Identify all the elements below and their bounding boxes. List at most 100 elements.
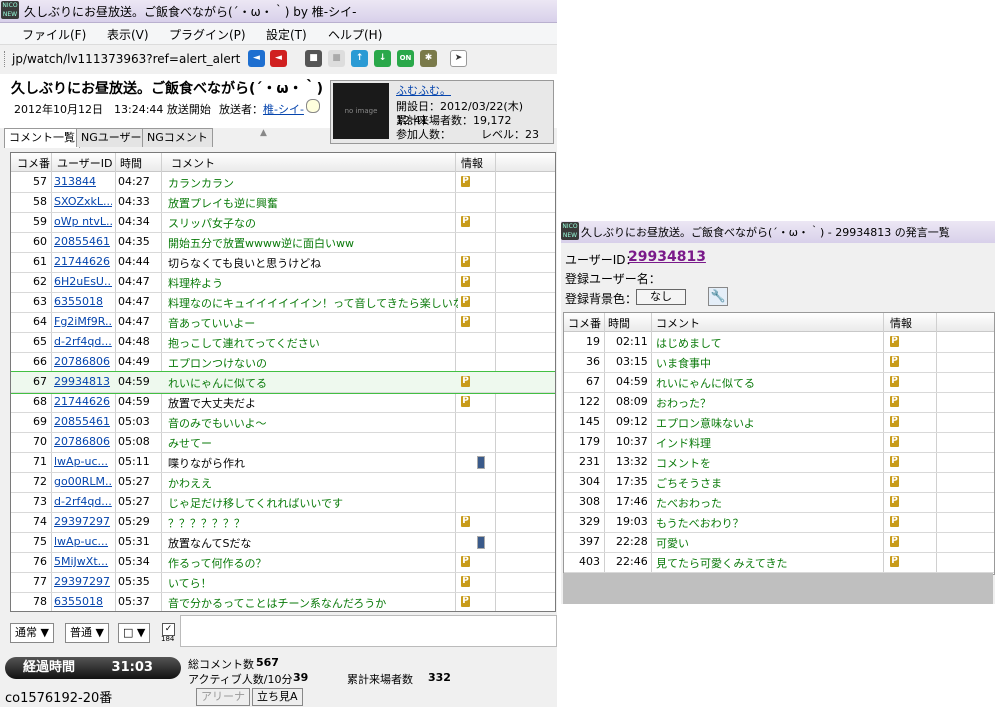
size-select[interactable]: 普通 ▼: [65, 623, 109, 643]
table-row[interactable]: 64 Fg2iMf9R... 04:47 音あっていいよー P: [11, 312, 555, 333]
menu-view[interactable]: 表示(V): [107, 26, 149, 43]
table-row[interactable]: 71 lwAp-uc... 05:11 喋りながら作れ: [11, 452, 555, 473]
menu-file[interactable]: ファイル(F): [22, 26, 86, 43]
menu-help[interactable]: ヘルプ(H): [328, 26, 382, 43]
blue-arrow-icon[interactable]: ◄: [248, 50, 265, 67]
row-user-id[interactable]: oWp ntvL...: [54, 215, 112, 228]
row-user-id[interactable]: lwAp-uc...: [54, 535, 112, 548]
mode-select[interactable]: 通常 ▼: [10, 623, 54, 643]
community-name-link[interactable]: ふむふむ。: [396, 82, 451, 98]
premium-icon: P: [461, 216, 470, 227]
cursor-icon[interactable]: ➤: [450, 50, 467, 67]
download-icon[interactable]: ↓: [374, 50, 391, 67]
disabled-icon[interactable]: ■: [328, 50, 345, 67]
row-user-id[interactable]: 6H2uEsU...: [54, 275, 112, 288]
col-uid[interactable]: ユーザーID: [57, 155, 113, 171]
row-user-id[interactable]: 20786806: [54, 355, 112, 368]
arena-button[interactable]: アリーナ: [196, 688, 250, 706]
table-row[interactable]: 122 08:09 おわった？ P: [564, 392, 994, 413]
red-arrow-icon[interactable]: ◄: [270, 50, 287, 67]
table-row[interactable]: 74 29397297 05:29 ？？？？？？？ P: [11, 512, 555, 533]
col-time[interactable]: 時間: [608, 315, 630, 331]
table-row[interactable]: 403 22:46 見てたら可愛くみえてきた P: [564, 552, 994, 573]
alarm-icon[interactable]: [306, 99, 320, 113]
row-user-id[interactable]: d-2rf4qd...: [54, 335, 112, 348]
row-user-id[interactable]: 21744626: [54, 395, 112, 408]
table-row[interactable]: 72 go00RLM... 05:27 かわええ: [11, 472, 555, 493]
table-row[interactable]: 179 10:37 インド料理 P: [564, 432, 994, 453]
row-user-id[interactable]: 29397297: [54, 575, 112, 588]
table-row[interactable]: 36 03:15 いま食事中 P: [564, 352, 994, 373]
table-row[interactable]: 66 20786806 04:49 エプロンつけないの: [11, 352, 555, 373]
row-user-id[interactable]: go00RLM...: [54, 475, 112, 488]
color-select[interactable]: □ ▼: [118, 623, 151, 643]
table-row[interactable]: 60 20855461 04:35 開始五分で放置wwww逆に面白いww: [11, 232, 555, 253]
comment-input[interactable]: [180, 615, 557, 647]
tab-ng-comments[interactable]: NGコメント: [142, 128, 213, 147]
tab-ng-users[interactable]: NGユーザー: [76, 128, 147, 147]
community-thumbnail[interactable]: no image: [333, 83, 389, 139]
camera-icon[interactable]: ■: [305, 50, 322, 67]
table-row[interactable]: 58 SXOZxkL... 04:33 放置プレイも逆に興奮: [11, 192, 555, 213]
wrench-icon[interactable]: 🔧: [708, 287, 728, 306]
row-user-id[interactable]: 20855461: [54, 235, 112, 248]
table-row[interactable]: 73 d-2rf4qd... 05:27 じゃ足だけ移してくれればいいです: [11, 492, 555, 513]
table-row[interactable]: 57 313844 04:27 カランカラン P: [11, 172, 555, 193]
table-row[interactable]: 145 09:12 エプロン意味ないよ P: [564, 412, 994, 433]
menu-plugin[interactable]: プラグイン(P): [169, 26, 246, 43]
col-comment[interactable]: コメント: [656, 315, 700, 331]
table-row[interactable]: 231 13:32 コメントを P: [564, 452, 994, 473]
row-user-id[interactable]: Fg2iMf9R...: [54, 315, 112, 328]
table-row[interactable]: 67 04:59 れいにゃんに似てる P: [564, 372, 994, 393]
col-no[interactable]: コメ番: [17, 155, 50, 171]
col-info[interactable]: 情報: [461, 155, 483, 171]
tab-comments[interactable]: コメント一覧: [4, 128, 80, 148]
col-no[interactable]: コメ番: [568, 315, 601, 331]
row-user-id[interactable]: 21744626: [54, 255, 112, 268]
table-row[interactable]: 62 6H2uEsU... 04:47 料理枠よう P: [11, 272, 555, 293]
broadcaster-link[interactable]: 椎-シイ-: [263, 101, 304, 117]
standing-button[interactable]: 立ち見A: [252, 688, 303, 706]
table-row[interactable]: 308 17:46 たべおわった P: [564, 492, 994, 513]
table-row[interactable]: 70 20786806 05:08 みせてー: [11, 432, 555, 453]
table-row[interactable]: 67 29934813 04:59 れいにゃんに似てる P: [11, 371, 555, 394]
row-user-id[interactable]: 6355018: [54, 295, 112, 308]
row-user-id[interactable]: 29397297: [54, 515, 112, 528]
upload-icon[interactable]: ↑: [351, 50, 368, 67]
row-user-id[interactable]: d-2rf4qd...: [54, 495, 112, 508]
table-row[interactable]: 59 oWp ntvL... 04:34 スリッパ女子なの P: [11, 212, 555, 233]
table-row[interactable]: 68 21744626 04:59 放置で大丈夫だよ P: [11, 392, 555, 413]
row-user-id[interactable]: 20786806: [54, 435, 112, 448]
row-user-id[interactable]: 29934813: [54, 375, 112, 388]
table-row[interactable]: 329 19:03 もうたべおわり？ P: [564, 512, 994, 533]
row-user-id[interactable]: 6355018: [54, 595, 112, 608]
row-number: 67: [586, 375, 600, 388]
collapse-arrow-icon[interactable]: ▲: [260, 128, 267, 138]
table-row[interactable]: 75 lwAp-uc... 05:31 放置なんてSだな: [11, 532, 555, 553]
row-user-id[interactable]: 313844: [54, 175, 112, 188]
uid-link[interactable]: 29934813: [628, 249, 706, 265]
row-user-id[interactable]: 20855461: [54, 415, 112, 428]
table-row[interactable]: 76 5MiJwXt... 05:34 作るって何作るの？ P: [11, 552, 555, 573]
table-row[interactable]: 78 6355018 05:37 音で分かるってことはチーン系なんだろうか P: [11, 592, 555, 611]
menu-settings[interactable]: 設定(T): [266, 26, 307, 43]
table-row[interactable]: 63 6355018 04:47 料理なのにキュイイイイイイン！って音してきたら楽しい…: [11, 292, 555, 313]
table-row[interactable]: 65 d-2rf4qd... 04:48 抱っこして連れてってください: [11, 332, 555, 353]
table-row[interactable]: 304 17:35 ごちそうさま P: [564, 472, 994, 493]
col-time[interactable]: 時間: [120, 155, 142, 171]
mode-value: 通常: [15, 626, 37, 639]
bg-color-value[interactable]: なし: [636, 289, 686, 305]
table-row[interactable]: 397 22:28 可愛い P: [564, 532, 994, 553]
table-row[interactable]: 77 29397297 05:35 いてら！ P: [11, 572, 555, 593]
settings-gear-icon[interactable]: ✱: [420, 50, 437, 67]
row-user-id[interactable]: SXOZxkL...: [54, 195, 112, 208]
table-row[interactable]: 69 20855461 05:03 音のみでもいいよ～: [11, 412, 555, 433]
table-row[interactable]: 19 02:11 はじめまして P: [564, 332, 994, 353]
table-row[interactable]: 61 21744626 04:44 切らなくても良いと思うけどね P: [11, 252, 555, 273]
row-user-id[interactable]: lwAp-uc...: [54, 455, 112, 468]
url-text[interactable]: jp/watch/lv111373963?ref=alert_alert: [12, 52, 240, 66]
on-icon[interactable]: ON: [397, 50, 414, 67]
col-info[interactable]: 情報: [890, 315, 912, 331]
row-user-id[interactable]: 5MiJwXt...: [54, 555, 112, 568]
col-comment[interactable]: コメント: [171, 155, 215, 171]
